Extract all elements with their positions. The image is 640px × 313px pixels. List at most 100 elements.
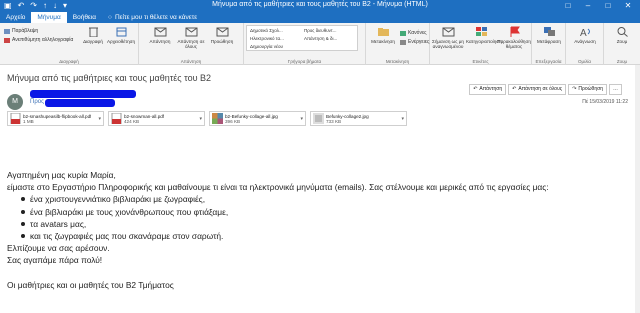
more-actions-button[interactable]: … xyxy=(609,84,622,95)
ribbon-reply-all-button[interactable]: Απάντηση σε όλους xyxy=(176,26,206,49)
reply-label: Απάντηση xyxy=(479,86,503,92)
mark-unread-button[interactable]: Σήμανση ως μη αναγνωσμένου xyxy=(430,26,466,49)
rules-icon xyxy=(400,30,406,36)
read-aloud-label: Ανάγνωση xyxy=(574,39,596,44)
forward-icon xyxy=(216,27,228,37)
archive-button[interactable]: Αρχειοθέτηση xyxy=(106,26,136,44)
chevron-down-icon[interactable]: ▾ xyxy=(199,116,202,122)
zoom-icon xyxy=(617,27,628,37)
vertical-scrollbar[interactable] xyxy=(635,65,640,313)
ignore-button[interactable]: Παράβλεψη xyxy=(4,28,38,34)
tab-message[interactable]: Μήνυμα xyxy=(31,12,67,23)
quickstep-item[interactable]: Δημοτικό Σχολ... xyxy=(250,28,283,33)
reply-all-button[interactable]: ↶ Απάντηση σε όλους xyxy=(508,84,567,95)
attachment-item[interactable]: b2-smashupeasilb-flipbook-all.pdf 1 MB ▾ xyxy=(7,111,104,126)
lightbulb-icon: ○ xyxy=(108,14,112,21)
attachment-size: 1 MB xyxy=(23,118,34,124)
ribbon-forward-label: Προώθηση xyxy=(210,39,234,44)
group-move: Μετακίνηση Κανόνες Ενέργειες Μετακίνηση xyxy=(366,23,430,65)
ribbon-options-icon[interactable]: □ xyxy=(558,0,578,12)
categorize-button[interactable]: Κατηγοριοποίηση xyxy=(466,26,502,44)
chevron-down-icon[interactable]: ▾ xyxy=(300,116,303,122)
reply-all-label: Απάντηση σε όλους xyxy=(518,86,563,92)
delete-label: Διαγραφή xyxy=(83,39,103,44)
group-label-move: Μετακίνηση xyxy=(385,59,410,64)
actions-button[interactable]: Ενέργειες xyxy=(400,39,429,45)
body-paragraph: είμαστε στο Εργαστήριο Πληροφορικής και … xyxy=(7,182,549,193)
image-thumbnail-icon xyxy=(313,113,324,124)
reply-all-icon xyxy=(185,27,197,37)
chevron-down-icon[interactable]: ▾ xyxy=(98,116,101,122)
body-line: Σας αγαπάμε πάρα πολύ! xyxy=(7,255,103,266)
message-body: Αγαπημένη μας κυρία Μαρία, είμαστε στο Ε… xyxy=(7,169,633,291)
close-icon[interactable]: ✕ xyxy=(618,0,638,12)
minimize-icon[interactable]: – xyxy=(578,0,598,12)
tab-help[interactable]: Βοήθεια xyxy=(67,12,102,23)
trash-icon xyxy=(88,27,98,37)
group-label-delete: Διαγραφή xyxy=(59,59,79,64)
follow-up-button[interactable]: Παρακολούθηση θέματος xyxy=(496,26,532,49)
recipient-redaction xyxy=(45,99,115,107)
group-label-zoom: Ζουμ xyxy=(616,59,628,64)
move-label: Μετακίνηση xyxy=(371,39,395,44)
attachment-size: 396 KB xyxy=(225,118,241,124)
attachment-item[interactable]: b2-snowman-all.pdf 424 KB ▾ xyxy=(108,111,205,126)
reply-arrow-icon: ↶ xyxy=(473,86,478,92)
group-label-quick-steps: Γρήγορα βήματα xyxy=(287,59,322,64)
tab-file[interactable]: Αρχείο xyxy=(0,12,31,23)
translate-label: Μετάφραση xyxy=(537,39,561,44)
tell-me-box[interactable]: ○ Πείτε μου τι θέλετε να κάνετε xyxy=(108,12,197,23)
reading-pane: Μήνυμα από τις μαθήτριες και τους μαθητέ… xyxy=(0,65,640,313)
quickstep-item[interactable]: Δημιουργία νέου xyxy=(250,44,283,49)
rules-button[interactable]: Κανόνες xyxy=(400,30,427,36)
pdf-file-icon xyxy=(111,113,122,124)
group-delete: Παράβλεψη Ανεπιθύμητη αλληλογραφία Διαγρ… xyxy=(0,23,139,65)
move-button[interactable]: Μετακίνηση xyxy=(368,26,398,44)
attachment-size: 733 KB xyxy=(326,118,342,124)
quick-steps-gallery: Δημοτικό Σχολ... Ηλεκτρονικό τα... Δημιο… xyxy=(246,25,358,51)
ribbon-forward-button[interactable]: Προώθηση xyxy=(207,26,237,44)
title-bar: ▣ ↶ ↷ ↑ ↓ ▾ Μήνυμα από τις μαθήτριες και… xyxy=(0,0,640,12)
maximize-icon[interactable]: □ xyxy=(598,0,618,12)
list-item: ένα βιβλιαράκι με τους χιονάνθρωπους που… xyxy=(21,206,633,218)
avatar[interactable]: M xyxy=(7,94,23,110)
mark-unread-label: Σήμανση ως μη αναγνωσμένου xyxy=(432,39,464,49)
read-aloud-button[interactable]: A Ανάγνωση xyxy=(570,26,600,44)
chevron-down-icon[interactable]: ▾ xyxy=(401,116,404,122)
reply-icon xyxy=(154,27,166,37)
quickstep-item[interactable]: Ηλεκτρονικό τα... xyxy=(250,36,284,41)
group-label-editing: Επεξεργασία xyxy=(535,59,562,64)
quickstep-item[interactable]: Προς διευθυντ... xyxy=(304,28,336,33)
category-icon xyxy=(475,27,487,36)
tell-me-text: Πείτε μου τι θέλετε να κάνετε xyxy=(114,14,198,21)
body-greeting: Αγαπημένη μας κυρία Μαρία, xyxy=(7,170,116,180)
junk-button[interactable]: Ανεπιθύμητη αλληλογραφία xyxy=(4,37,73,43)
group-label-speech: Ομιλία xyxy=(578,59,591,64)
pdf-file-icon xyxy=(10,113,21,124)
group-editing: Μετάφραση Επεξεργασία xyxy=(532,23,566,65)
forward-button[interactable]: ↷ Προώθηση xyxy=(568,84,607,95)
zoom-label: Ζουμ xyxy=(616,39,628,44)
ribbon-reply-button[interactable]: Απάντηση xyxy=(145,26,175,44)
reply-button[interactable]: ↶ Απάντηση xyxy=(469,84,507,95)
svg-text:A: A xyxy=(580,28,587,37)
attachment-item[interactable]: Befunky-collage2.jpg 733 KB ▾ xyxy=(310,111,407,126)
read-aloud-icon: A xyxy=(580,28,590,37)
translate-icon xyxy=(543,27,555,36)
to-label: Προς xyxy=(30,99,44,105)
window-controls: □ – □ ✕ xyxy=(558,0,638,12)
body-bullet-list: ένα χριστουγεννιάτικο βιβλιαράκι με ζωγρ… xyxy=(21,193,633,242)
attachment-list: b2-smashupeasilb-flipbook-all.pdf 1 MB ▾ … xyxy=(7,111,407,126)
forward-label: Προώθηση xyxy=(578,86,603,92)
quickstep-item[interactable]: Απάντηση & δι... xyxy=(304,36,337,41)
ribbon-reply-all-label: Απάντηση σε όλους xyxy=(177,39,205,49)
attachment-item[interactable]: b2-Befunky-collage-all.jpg 396 KB ▾ xyxy=(209,111,306,126)
ribbon: Παράβλεψη Ανεπιθύμητη αλληλογραφία Διαγρ… xyxy=(0,23,640,65)
group-label-tags: Ετικέτες xyxy=(472,59,489,64)
outlook-message-window: ▣ ↶ ↷ ↑ ↓ ▾ Μήνυμα από τις μαθήτριες και… xyxy=(0,0,640,313)
group-zoom: Ζουμ Ζουμ xyxy=(604,23,640,65)
delete-button[interactable]: Διαγραφή xyxy=(78,26,108,44)
translate-button[interactable]: Μετάφραση xyxy=(534,26,564,44)
zoom-button[interactable]: Ζουμ xyxy=(607,26,637,44)
